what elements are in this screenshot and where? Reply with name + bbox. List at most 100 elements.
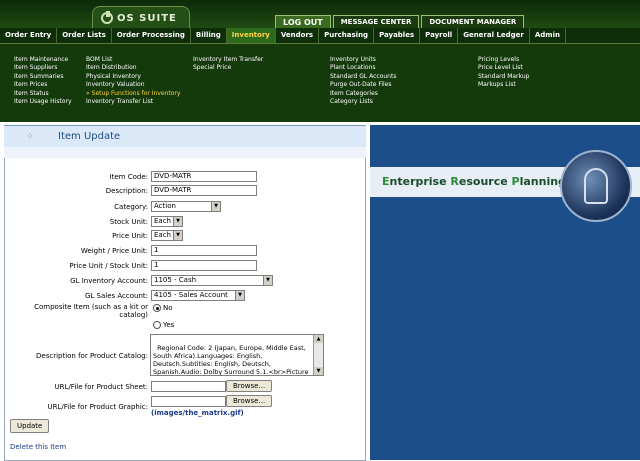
stock-unit-select[interactable]: Each ▼ [151,216,183,227]
nav-inventory[interactable]: Inventory [226,28,276,43]
radio-no[interactable] [153,304,161,312]
price-unit-label: Price Unit: [112,232,148,240]
submenu-col-1: Item Maintenance Item Suppliers Item Sum… [14,56,72,105]
app-logo: OS SUITE [92,6,190,29]
description-input[interactable]: DVD-MATR [151,185,257,196]
catalog-description-label: Description for Product Catalog: [36,352,148,360]
gl-inventory-label: GL Inventory Account: [70,277,148,285]
logo-icon [101,11,113,24]
expand-icon: ⁘ [26,132,34,142]
submenu-item[interactable]: Inventory Item Transfer [193,56,263,63]
scroll-up-icon[interactable]: ▲ [314,335,323,343]
radio-no-label: No [163,304,173,312]
inventory-submenu: Item Maintenance Item Suppliers Item Sum… [0,44,640,122]
submenu-item[interactable]: Category Lists [330,98,396,105]
price-unit-select[interactable]: Each ▼ [151,230,183,241]
submenu-col-4: Inventory Units Plant Locations Standard… [330,56,396,105]
submenu-item[interactable]: Item Categories [330,90,396,97]
banner-title: Enterprise Resource Planning [382,175,566,188]
dropdown-arrow-icon: ▼ [211,202,220,211]
submenu-item[interactable]: Item Status [14,90,72,97]
banner-emblem-icon [560,150,632,222]
submenu-col-3: Inventory Item Transfer Special Price [193,56,263,72]
submenu-item-active[interactable]: Setup Functions for Inventory [86,90,181,97]
nav-payroll[interactable]: Payroll [420,28,459,43]
nav-general-ledger[interactable]: General Ledger [458,28,530,43]
logo-text: OS SUITE [117,12,177,24]
radio-yes[interactable] [153,321,161,329]
delete-item-link[interactable]: Delete this Item [10,443,66,451]
scroll-down-icon[interactable]: ▼ [314,367,323,375]
dropdown-arrow-icon: ▼ [173,217,182,226]
submenu-item[interactable]: Markups List [478,81,529,88]
submenu-col-2: BOM List Item Distribution Physical Inve… [86,56,180,105]
submenu-item[interactable]: Item Suppliers [14,64,72,71]
banner-title-part: P [511,175,520,188]
header-separator [4,147,368,158]
gl-inventory-select[interactable]: 1105 - Cash ▼ [151,275,273,286]
submenu-item[interactable]: Inventory Units [330,56,396,63]
submenu-item[interactable]: Item Summaries [14,73,72,80]
submenu-item[interactable]: Purge Out-Date Files [330,81,396,88]
submenu-item[interactable]: Physical Inventory [86,73,180,80]
product-graphic-input[interactable] [151,396,226,407]
product-graphic-browse-button[interactable]: Browse... [226,395,273,407]
submenu-item[interactable]: Inventory Transfer List [86,98,180,105]
submenu-item[interactable]: Standard GL Accounts [330,73,396,80]
product-graphic-label: URL/File for Product Graphic: [47,403,148,411]
banner-title-part: R [450,175,459,188]
composite-no-option[interactable]: No [153,304,173,312]
textarea-scrollbar[interactable]: ▲ ▼ [313,335,323,375]
dropdown-arrow-icon: ▼ [235,291,244,300]
emblem-inner-icon [584,168,608,204]
banner-title-part: E [382,175,390,188]
nav-order-lists[interactable]: Order Lists [57,28,112,43]
composite-yes-option[interactable]: Yes [153,321,174,329]
dropdown-arrow-icon: ▼ [263,276,272,285]
catalog-description-textarea[interactable]: Regional Code: 2 (Japan, Europe, Middle … [150,334,324,376]
update-button[interactable]: Update [10,419,50,433]
nav-order-processing[interactable]: Order Processing [112,28,191,43]
banner-title-part: esource [458,175,512,188]
page-title: Item Update [58,131,121,142]
nav-purchasing[interactable]: Purchasing [319,28,375,43]
submenu-item[interactable]: Item Prices [14,81,72,88]
product-sheet-label: URL/File for Product Sheet: [54,383,148,391]
submenu-item[interactable]: Item Distribution [86,64,180,71]
submenu-item[interactable]: Price Level List [478,64,529,71]
product-sheet-input[interactable] [151,381,226,392]
gl-sales-value: 4105 - Sales Account [154,291,228,299]
submenu-item[interactable]: BOM List [86,56,180,63]
nav-order-entry[interactable]: Order Entry [0,28,58,43]
gl-sales-select[interactable]: 4105 - Sales Account ▼ [151,290,245,301]
category-value: Action [154,202,176,210]
category-label: Category: [114,203,148,211]
item-code-label: Item Code: [109,173,148,181]
category-select[interactable]: Action ▼ [151,201,221,212]
submenu-item[interactable]: Item Usage History [14,98,72,105]
submenu-item[interactable]: Inventory Valuation [86,81,180,88]
composite-item-label: Composite Item (such as a kit or catalog… [34,303,148,319]
nav-admin[interactable]: Admin [530,28,566,43]
submenu-item[interactable]: Item Maintenance [14,56,72,63]
gl-inventory-value: 1105 - Cash [154,276,197,284]
weight-price-unit-label: Weight / Price Unit: [80,247,148,255]
price-stock-unit-label: Price Unit / Stock Unit: [69,262,148,270]
gl-sales-label: GL Sales Account: [84,292,148,300]
price-stock-unit-input[interactable]: 1 [151,260,257,271]
banner-title-part: nterprise [389,175,451,188]
nav-billing[interactable]: Billing [191,28,227,43]
submenu-item[interactable]: Standard Markup [478,73,529,80]
nav-payables[interactable]: Payables [374,28,421,43]
banner-title-part: lanning [519,175,566,188]
nav-vendors[interactable]: Vendors [276,28,320,43]
submenu-item[interactable]: Special Price [193,64,263,71]
stock-unit-label: Stock Unit: [109,218,148,226]
price-unit-value: Each [154,231,171,239]
submenu-item[interactable]: Plant Locations [330,64,396,71]
submenu-item[interactable]: Pricing Levels [478,56,529,63]
item-code-input[interactable]: DVD-MATR [151,171,257,182]
radio-yes-label: Yes [163,321,175,329]
weight-price-unit-input[interactable]: 1 [151,245,257,256]
product-sheet-browse-button[interactable]: Browse... [226,380,273,392]
